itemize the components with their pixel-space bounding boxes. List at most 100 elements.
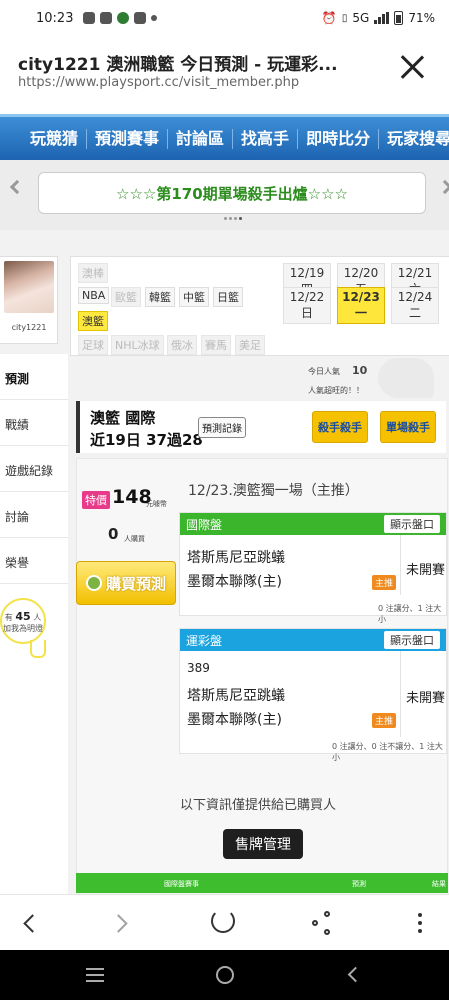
nav-item-predict[interactable]: 預測賽事: [87, 128, 169, 149]
category-tag[interactable]: 美足: [235, 335, 265, 355]
category-tag[interactable]: 澳棒: [78, 263, 108, 283]
signal-icon: [374, 12, 390, 24]
app-icon: [117, 12, 130, 24]
category-tag[interactable]: NHL冰球: [111, 335, 164, 355]
category-tag[interactable]: 足球: [78, 335, 108, 355]
international-odds-panel: 國際盤 顯示盤口 塔斯馬尼亞跳蟻 墨爾本聯隊(主) 主推 未開賽 0 注讓分、1…: [179, 512, 447, 624]
sidebar-item-game-history[interactable]: 遊戲紀錄: [0, 446, 68, 492]
sell-management-button[interactable]: 售牌管理: [223, 829, 303, 859]
category-tag[interactable]: 賽馬: [201, 335, 231, 355]
banner-carousel: ☆☆☆第170期單場殺手出爐☆☆☆: [0, 160, 449, 230]
away-team: 塔斯馬尼亞跳蟻: [187, 550, 285, 566]
sports-lottery-panel: 運彩盤 顯示盤口 389 塔斯馬尼亞跳蟻 墨爾本聯隊(主) 主推 未開賽 0 注…: [179, 628, 447, 762]
page-url[interactable]: https://www.playsport.cc/visit_member.ph…: [18, 75, 299, 90]
main-nav: 玩競猜 預測賽事 討論區 找高手 即時比分 玩家搜尋 數據: [0, 114, 449, 160]
system-navigation-bar: [0, 950, 449, 1000]
category-tag[interactable]: 俄冰: [167, 335, 197, 355]
follow-count: 45: [15, 610, 31, 623]
buy-prediction-button[interactable]: 購買預測: [76, 561, 176, 605]
follow-prefix: 有: [4, 613, 13, 622]
sidebar-item-record[interactable]: 戰績: [0, 400, 68, 446]
system-back-icon[interactable]: [347, 966, 364, 983]
panel-title: 運彩盤: [186, 634, 223, 648]
category-tag[interactable]: NBA: [78, 287, 110, 304]
date-tab-active[interactable]: 12/23 一: [337, 287, 385, 324]
nav-item-livescore[interactable]: 即時比分: [298, 128, 380, 149]
bet-stats: 0 注讓分、1 注大小: [378, 604, 442, 624]
dot-icon: [151, 15, 158, 21]
reload-icon[interactable]: [211, 909, 235, 933]
category-tag[interactable]: 歐籃: [111, 287, 141, 307]
sale-badge: 特價: [82, 491, 110, 509]
popularity: 今日人氣 10: [308, 364, 367, 377]
killer-badge[interactable]: 殺手殺手: [312, 411, 368, 443]
home-team: 墨爾本聯隊(主): [187, 712, 282, 728]
panel-header: 運彩盤 顯示盤口: [180, 629, 446, 651]
date-tab[interactable]: 12/24 二: [391, 287, 439, 324]
total-line: 389: [187, 661, 210, 675]
chevron-left-icon[interactable]: [9, 179, 25, 195]
show-odds-button[interactable]: 顯示盤口: [384, 515, 440, 533]
page-title: city1221 澳洲職籃 今日預測 - 玩運彩...: [18, 55, 338, 75]
profile-card: city1221: [0, 256, 58, 344]
divider: [400, 535, 401, 595]
status-time: 10:23: [36, 10, 74, 26]
battery-level: 71%: [408, 11, 435, 25]
bet-stats: 0 注讓分、0 注不讓分、1 注大小: [332, 742, 443, 762]
chevron-right-icon[interactable]: [437, 179, 449, 195]
decoration-graphic: [378, 358, 434, 398]
more-options-icon[interactable]: [406, 909, 434, 937]
follow-text: 加我為明燈: [3, 624, 43, 633]
username: city1221: [11, 323, 47, 332]
sidebar-item-discussion[interactable]: 討論: [0, 492, 68, 538]
vibrate-icon: ▯: [341, 12, 348, 24]
category-tag[interactable]: 韓籃: [145, 287, 175, 307]
divider: [400, 651, 401, 737]
youtube-icon: [100, 12, 113, 24]
recent-apps-icon[interactable]: [86, 968, 104, 986]
alarm-icon: ⏰: [321, 11, 337, 25]
avatar[interactable]: [4, 261, 54, 313]
lightbulb-icon: [30, 640, 46, 658]
game-status: 未開賽: [406, 691, 446, 706]
price-unit: 元噱幣: [146, 500, 167, 508]
game-title: 12/23.澳籃獨一場（主推）: [188, 483, 359, 499]
home-icon[interactable]: [216, 966, 234, 984]
nav-item-play[interactable]: 玩競猜: [22, 128, 88, 149]
date-tab[interactable]: 12/22 日: [283, 287, 331, 324]
nav-item-experts[interactable]: 找高手: [233, 128, 299, 149]
popularity-value: 10: [352, 364, 368, 377]
browser-toolbar: [0, 894, 449, 950]
buyers-only-notice: 以下資訊僅提供給已購買人: [180, 798, 337, 813]
buyer-unit: 人購買: [124, 535, 145, 543]
buyer-count: 0: [108, 525, 119, 543]
category-selector: 澳棒 NBA 歐籃 韓籃 中籃 日籃 澳籃 足球 NHL冰球 俄冰 賽馬 美足 …: [70, 256, 449, 356]
sidebar-item-honors[interactable]: 榮譽: [0, 538, 68, 584]
nav-item-forum[interactable]: 討論區: [168, 128, 234, 149]
table-header-pick: 預測: [352, 880, 366, 888]
banner[interactable]: ☆☆☆第170期單場殺手出爐☆☆☆: [38, 172, 426, 214]
close-icon[interactable]: [397, 52, 427, 82]
show-odds-button[interactable]: 顯示盤口: [384, 631, 440, 649]
status-bar: 10:23 ⏰ ▯ 5G 71%: [0, 0, 449, 36]
notification-icon: [134, 12, 147, 24]
prediction-record-button[interactable]: 預測記錄: [198, 417, 246, 438]
nav-item-search[interactable]: 玩家搜尋: [379, 129, 449, 149]
follow-lightbulb[interactable]: 有 45 人 加我為明燈: [0, 598, 46, 644]
main-pick-tag: 主推: [372, 713, 397, 728]
sidebar-item-predictions[interactable]: 預測: [0, 354, 68, 400]
buy-button-label: 購買預測: [105, 574, 166, 593]
table-header-result: 結果: [432, 880, 446, 888]
category-tag-active[interactable]: 澳籃: [78, 311, 108, 331]
category-tag[interactable]: 日籃: [213, 287, 243, 307]
single-killer-badge[interactable]: 單場殺手: [380, 411, 436, 443]
category-tag[interactable]: 中籃: [179, 287, 209, 307]
home-team: 墨爾本聯隊(主): [187, 574, 282, 590]
forward-button[interactable]: [109, 909, 138, 937]
arrow-left-icon: [23, 914, 42, 933]
network-type: 5G: [352, 11, 370, 25]
back-button[interactable]: [18, 909, 46, 937]
follow-suffix: 人: [33, 613, 42, 622]
share-icon[interactable]: [308, 909, 336, 937]
coin-icon: [85, 575, 102, 591]
